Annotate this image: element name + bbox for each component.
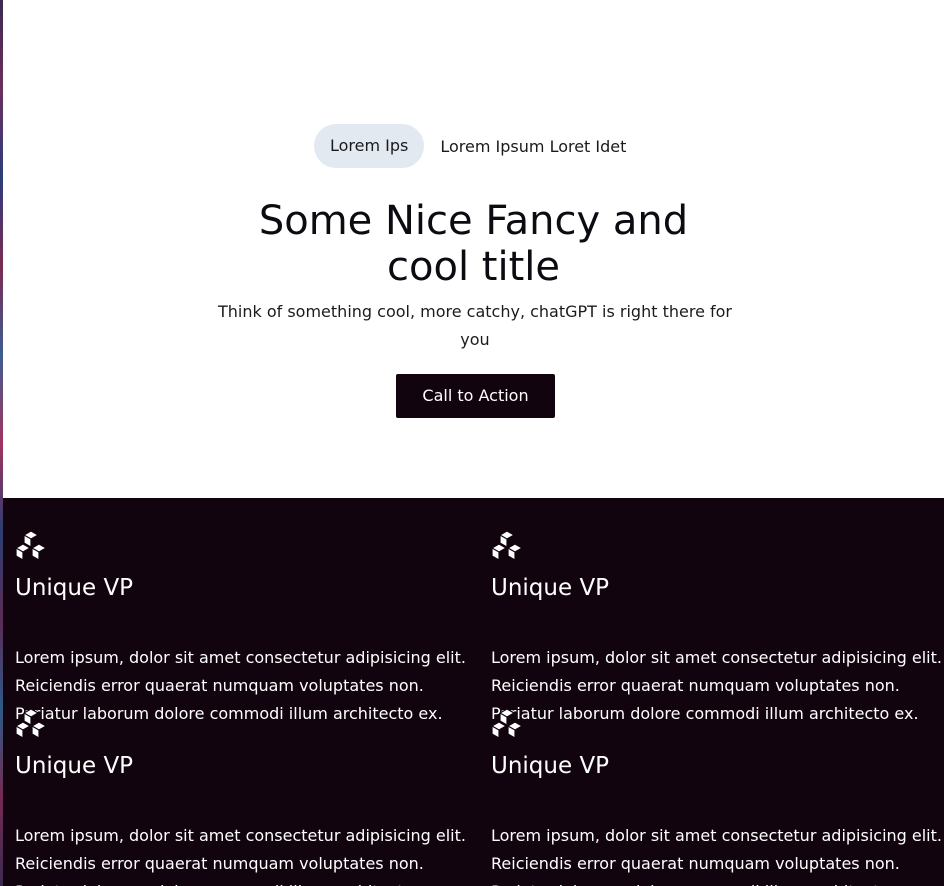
- page-title-line-1: Some Nice Fancy and: [258, 198, 689, 244]
- cubes-icon: [15, 708, 47, 739]
- feature-description: Lorem ipsum, dolor sit amet consectetur …: [491, 648, 942, 723]
- cubes-icon: [491, 530, 523, 561]
- feature-title: Unique VP: [491, 753, 610, 779]
- page-subtitle: Think of something cool, more catchy, ch…: [217, 302, 732, 349]
- announcement-text[interactable]: Lorem Ipsum Loret Idet: [440, 137, 626, 156]
- announcement-pill[interactable]: Lorem Ips: [314, 124, 425, 168]
- features-section: Unique VP Lorem ipsum, dolor sit amet co…: [3, 498, 944, 886]
- feature-description: Lorem ipsum, dolor sit amet consectetur …: [15, 826, 466, 886]
- cubes-icon: [15, 530, 47, 561]
- feature-description: Lorem ipsum, dolor sit amet consectetur …: [15, 648, 466, 723]
- feature-title: Unique VP: [15, 753, 134, 779]
- announcement-row[interactable]: Lorem Ips Lorem Ipsum Loret Idet: [314, 124, 626, 168]
- call-to-action-button[interactable]: Call to Action: [396, 374, 555, 418]
- feature-title: Unique VP: [491, 575, 610, 601]
- feature-description: Lorem ipsum, dolor sit amet consectetur …: [491, 826, 942, 886]
- page-title: Some Nice Fancy and cool title: [3, 198, 944, 290]
- landing-page: Lorem Ips Lorem Ipsum Loret Idet Some Ni…: [0, 0, 944, 886]
- hero-section: Lorem Ips Lorem Ipsum Loret Idet Some Ni…: [3, 0, 944, 498]
- cubes-icon: [491, 708, 523, 739]
- page-title-line-2: cool title: [387, 244, 560, 290]
- feature-title: Unique VP: [15, 575, 134, 601]
